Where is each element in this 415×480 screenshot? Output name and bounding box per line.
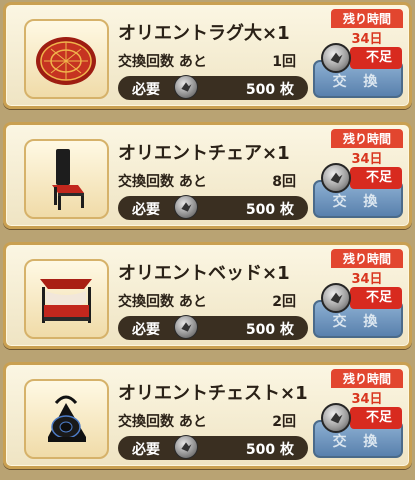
required-amount: 500 枚 [245,82,294,98]
exchange-list: オリエントラグ大×1 交換回数 あと 1回 必要 500 枚 残り時間 34日 … [0,0,415,480]
time-remaining-label: 残り時間 [331,129,403,148]
time-remaining-badge: 残り時間 34日 [331,9,403,47]
exchange-item-card: オリエントラグ大×1 交換回数 あと 1回 必要 500 枚 残り時間 34日 … [3,2,412,109]
exchange-button-label: 交 換 [332,74,384,90]
medal-icon [321,283,351,313]
required-amount: 500 枚 [245,322,294,338]
bed-icon [24,259,109,339]
exchange-count-value: 2回 [272,414,296,430]
exchange-item-card: オリエントチェスト×1 交換回数 あと 2回 必要 500 枚 残り時間 34日… [3,362,412,469]
required-label: 必要 [132,82,160,98]
medal-icon [321,403,351,433]
exchange-button-label: 交 換 [332,194,384,210]
medal-icon [174,195,198,219]
exchange-count-label: 交換回数 あと [118,294,207,310]
exchange-count-label: 交換回数 あと [118,54,207,70]
chair-icon [24,139,109,219]
shortage-tag: 不足 [350,167,402,189]
medal-icon [321,163,351,193]
medal-icon [174,315,198,339]
required-amount: 500 枚 [245,202,294,218]
item-name: オリエントチェア×1 [118,143,290,164]
rug-icon [24,19,109,99]
exchange-count-label: 交換回数 あと [118,174,207,190]
medal-icon [321,43,351,73]
item-name: オリエントラグ大×1 [118,23,290,44]
required-label: 必要 [132,202,160,218]
exchange-count-value: 1回 [272,54,296,70]
required-label: 必要 [132,442,160,458]
exchange-item-card: オリエントベッド×1 交換回数 あと 2回 必要 500 枚 残り時間 34日 … [3,242,412,349]
medal-icon [174,75,198,99]
item-name: オリエントベッド×1 [118,263,290,284]
time-remaining-label: 残り時間 [331,369,403,388]
exchange-button-label: 交 換 [332,434,384,450]
required-medals-bar: 必要 500 枚 [118,75,308,100]
shortage-tag: 不足 [350,407,402,429]
required-medals-bar: 必要 500 枚 [118,195,308,220]
exchange-count-value: 2回 [272,294,296,310]
shortage-tag: 不足 [350,287,402,309]
time-remaining-badge: 残り時間 34日 [331,249,403,287]
exchange-count-label: 交換回数 あと [118,414,207,430]
required-label: 必要 [132,322,160,338]
time-remaining-badge: 残り時間 34日 [331,129,403,167]
exchange-button-label: 交 換 [332,314,384,330]
time-remaining-label: 残り時間 [331,9,403,28]
required-medals-bar: 必要 500 枚 [118,315,308,340]
item-name: オリエントチェスト×1 [118,383,308,404]
required-medals-bar: 必要 500 枚 [118,435,308,460]
shortage-tag: 不足 [350,47,402,69]
chest-icon [24,379,109,459]
medal-icon [174,435,198,459]
time-remaining-badge: 残り時間 34日 [331,369,403,407]
exchange-item-card: オリエントチェア×1 交換回数 あと 8回 必要 500 枚 残り時間 34日 … [3,122,412,229]
time-remaining-label: 残り時間 [331,249,403,268]
exchange-count-value: 8回 [272,174,296,190]
required-amount: 500 枚 [245,442,294,458]
